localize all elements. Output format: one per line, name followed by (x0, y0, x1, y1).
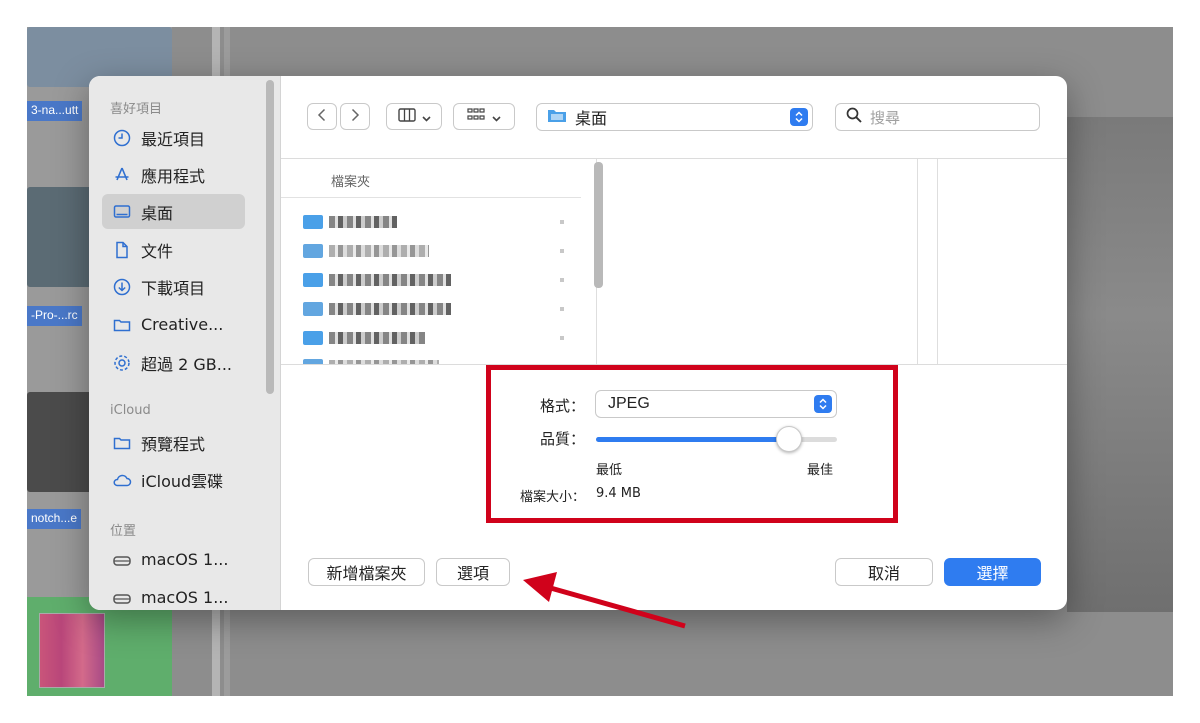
cloud-icon (112, 470, 132, 490)
gear-icon (112, 353, 132, 373)
sidebar-item-label: 桌面 (141, 203, 174, 223)
sidebar-item-label: 超過 2 GB... (141, 354, 232, 374)
row-marker (560, 249, 564, 253)
columns-icon (397, 107, 416, 126)
folder-icon (303, 302, 323, 316)
background-thumbnail (27, 597, 172, 696)
browser-column (918, 159, 938, 364)
column-header[interactable]: 檔案夾 (331, 171, 370, 190)
sidebar-item-label: 應用程式 (141, 166, 206, 186)
browser-column: 檔案夾 (281, 159, 597, 364)
sidebar: 喜好項目 最近項目 應用程式 桌面 文件 下載項目 Creative... 超過… (89, 76, 281, 610)
sidebar-item-label: iCloud雲碟 (141, 471, 224, 491)
browser-column (608, 159, 918, 364)
options-button[interactable]: 選項 (436, 558, 510, 586)
list-item[interactable] (303, 211, 397, 233)
chevron-down-icon (421, 107, 431, 126)
sidebar-item-large-files[interactable]: 超過 2 GB... (102, 345, 245, 380)
sidebar-item-label: 文件 (141, 241, 174, 261)
highlight-box (486, 365, 898, 523)
back-button[interactable] (307, 103, 337, 130)
annotation-arrow (523, 572, 686, 629)
list-item[interactable] (303, 355, 439, 364)
row-marker (560, 336, 564, 340)
list-item[interactable] (303, 240, 429, 262)
cancel-button[interactable]: 取消 (835, 558, 933, 586)
save-dialog: 喜好項目 最近項目 應用程式 桌面 文件 下載項目 Creative... 超過… (89, 76, 1067, 610)
sidebar-item-preview[interactable]: 預覽程式 (102, 425, 245, 460)
sidebar-item-disk[interactable]: macOS 1... (102, 580, 245, 610)
sidebar-item-creative[interactable]: Creative... (102, 307, 245, 342)
sidebar-section-favorites: 喜好項目 (110, 102, 163, 117)
background-swatch (39, 613, 105, 688)
sidebar-item-downloads[interactable]: 下載項目 (102, 269, 245, 304)
clock-icon (112, 128, 132, 148)
view-mode-button[interactable] (386, 103, 442, 130)
chevron-left-icon (317, 107, 327, 126)
sidebar-item-icloud-drive[interactable]: iCloud雲碟 (102, 462, 245, 497)
list-item[interactable] (303, 269, 451, 291)
background-photo (1067, 117, 1173, 612)
forward-button[interactable] (340, 103, 370, 130)
search-icon (846, 107, 862, 127)
row-marker (560, 307, 564, 311)
folder-icon (112, 433, 132, 453)
sidebar-item-label: 最近項目 (141, 129, 206, 149)
column-scrollbar[interactable] (594, 162, 603, 288)
column-header-divider (281, 197, 581, 198)
popup-stepper-icon (790, 108, 808, 126)
folder-icon (303, 244, 323, 258)
file-name-redacted (329, 216, 397, 228)
sidebar-item-applications[interactable]: 應用程式 (102, 157, 245, 192)
desktop-folder-icon (547, 107, 567, 127)
list-item[interactable] (303, 327, 425, 349)
background-thumb-label: 3-na...utt (27, 101, 83, 121)
location-label: 桌面 (575, 109, 608, 128)
row-marker (560, 278, 564, 282)
folder-icon (303, 273, 323, 287)
folder-icon (303, 331, 323, 345)
location-popup[interactable]: 桌面 (536, 103, 813, 131)
file-name-redacted (329, 303, 451, 315)
search-placeholder: 搜尋 (870, 108, 901, 127)
sidebar-item-documents[interactable]: 文件 (102, 232, 245, 267)
folder-icon (112, 315, 132, 335)
sidebar-item-desktop[interactable]: 桌面 (102, 194, 245, 229)
sidebar-item-label: macOS 1... (141, 588, 229, 607)
sidebar-item-recents[interactable]: 最近項目 (102, 120, 245, 155)
file-name-redacted (329, 332, 425, 344)
folder-icon (303, 215, 323, 229)
sidebar-section-locations: 位置 (110, 524, 137, 539)
desktop-icon (112, 202, 132, 222)
search-field[interactable]: 搜尋 (835, 103, 1040, 131)
choose-button[interactable]: 選擇 (944, 558, 1041, 586)
sidebar-section-icloud: iCloud (110, 403, 151, 418)
sidebar-item-label: Creative... (141, 315, 224, 334)
chevron-right-icon (350, 107, 360, 126)
disk-icon (112, 550, 132, 570)
background-thumb-label: -Pro-...rc (27, 306, 82, 326)
row-marker (560, 220, 564, 224)
file-name-redacted (329, 245, 429, 257)
list-item[interactable] (303, 298, 451, 320)
sidebar-item-label: macOS 1... (141, 550, 229, 569)
sidebar-item-label: 預覽程式 (141, 434, 206, 454)
grid-icon (467, 107, 485, 126)
disk-icon (112, 588, 132, 608)
sidebar-item-disk[interactable]: macOS 1... (102, 542, 245, 577)
apps-icon (112, 165, 132, 185)
chevron-down-icon (492, 107, 501, 126)
file-name-redacted (329, 274, 451, 286)
new-folder-button[interactable]: 新增檔案夾 (308, 558, 425, 586)
sidebar-item-label: 下載項目 (141, 278, 206, 298)
group-button[interactable] (453, 103, 515, 130)
download-icon (112, 277, 132, 297)
document-icon (112, 240, 132, 260)
sidebar-scrollbar[interactable] (266, 80, 274, 394)
background-thumb-label: notch...e (27, 509, 82, 529)
